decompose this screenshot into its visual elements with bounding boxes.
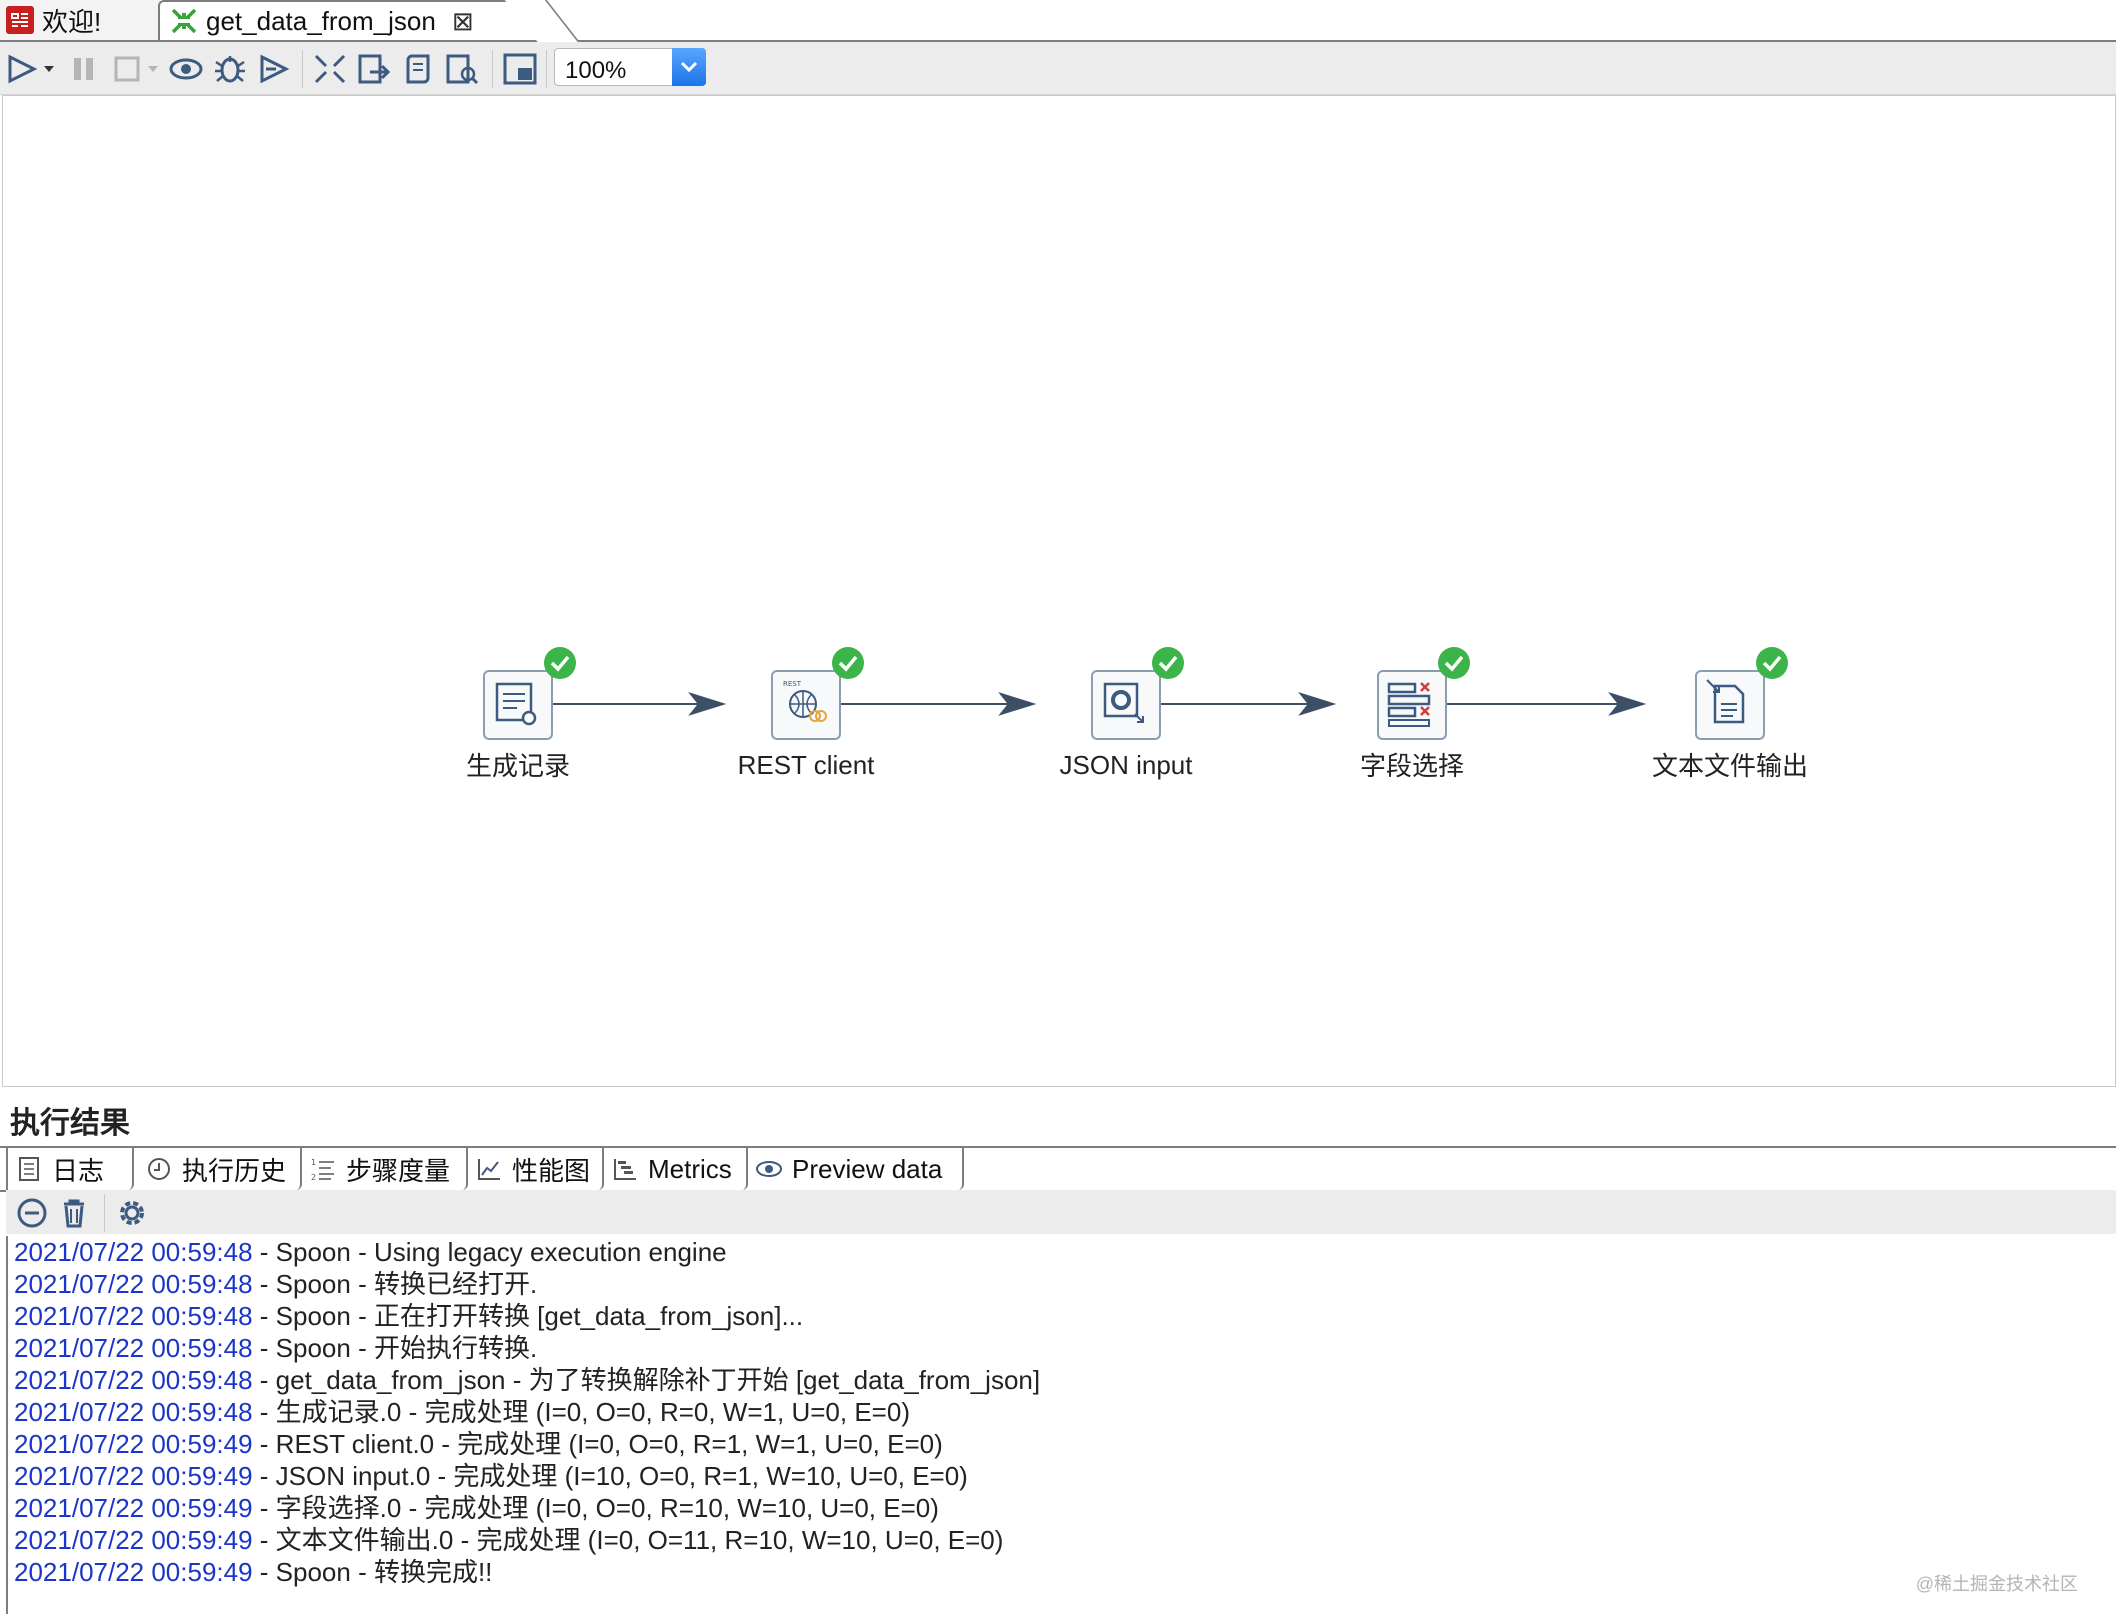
success-check-icon — [544, 647, 576, 679]
gantt-icon — [614, 1159, 636, 1180]
select-values-icon — [1387, 682, 1431, 727]
pause-icon[interactable] — [66, 52, 102, 86]
tab-preview-data[interactable]: Preview data — [748, 1148, 964, 1190]
tab-performance-graph-label: 性能图 — [512, 1155, 591, 1186]
numbered-list-icon: 1 2 — [311, 1158, 334, 1182]
log-line: 2021/07/22 00:59:48 - Spoon - 开始执行转换. — [14, 1333, 538, 1363]
toolbar-separator — [492, 50, 493, 88]
log-line: 2021/07/22 00:59:49 - REST client.0 - 完成… — [14, 1429, 943, 1459]
chevron-down-icon — [680, 61, 698, 73]
svg-text:2: 2 — [311, 1173, 316, 1182]
step-label-generate-rows: 生成记录 — [465, 751, 570, 781]
tab-transformation-label: get_data_from_json — [206, 5, 436, 36]
results-tab-bar: 日志 执行历史 1 2 步骤度量 性能图 Metrics Preview dat… — [0, 1146, 2116, 1192]
transformation-icon — [171, 8, 197, 34]
impact-icon[interactable] — [356, 52, 392, 86]
log-line: 2021/07/22 00:59:48 - Spoon - 转换已经打开. — [14, 1269, 538, 1299]
hops-layer — [549, 692, 1647, 716]
step-label-text-file-output: 文本文件输出 — [1651, 751, 1808, 781]
text-file-output-icon — [1706, 679, 1745, 724]
toolbar-separator — [104, 1194, 105, 1232]
step-select-values[interactable] — [1377, 647, 1470, 740]
log-toolbar — [6, 1190, 2116, 1234]
verify-icon[interactable] — [312, 52, 348, 86]
tab-transformation[interactable]: get_data_from_json ⊠ — [158, 0, 538, 40]
toolbar-separator — [546, 50, 547, 88]
kettle-logo-icon — [6, 6, 34, 34]
log-icon — [19, 1157, 39, 1181]
toolbar-separator — [302, 50, 303, 88]
editor-tab-strip: 欢迎! get_data_from_json ⊠ — [0, 0, 2116, 42]
zoom-select[interactable]: 100% — [554, 48, 706, 86]
clock-icon — [148, 1158, 170, 1180]
tab-metrics[interactable]: Metrics — [604, 1148, 748, 1190]
tab-execution-history[interactable]: 执行历史 — [138, 1148, 302, 1190]
close-tab-icon[interactable]: ⊠ — [452, 6, 474, 37]
success-check-icon — [1152, 647, 1184, 679]
tab-preview-data-label: Preview data — [792, 1153, 943, 1184]
success-check-icon — [832, 647, 864, 679]
log-line: 2021/07/22 00:59:48 - Spoon - 正在打开转换 [ge… — [14, 1301, 804, 1331]
sql-icon[interactable] — [400, 52, 436, 86]
tab-performance-graph[interactable]: 性能图 — [468, 1148, 604, 1190]
log-line: 2021/07/22 00:59:49 - Spoon - 转换完成!! — [14, 1557, 493, 1587]
step-generate-rows[interactable] — [483, 647, 576, 740]
tab-log-label: 日志 — [52, 1155, 105, 1186]
step-rest-client[interactable]: REST — [771, 647, 864, 740]
explore-database-icon[interactable] — [444, 52, 480, 86]
generate-rows-icon — [495, 682, 537, 726]
preview-icon[interactable] — [168, 52, 204, 86]
stop-icon[interactable] — [110, 52, 160, 86]
transformation-toolbar: 100% — [0, 42, 2116, 95]
tab-log[interactable]: 日志 — [6, 1148, 134, 1190]
success-check-icon — [1438, 647, 1470, 679]
replay-icon[interactable] — [256, 52, 292, 86]
tab-step-metrics-label: 步骤度量 — [346, 1155, 451, 1186]
zoom-dropdown-button[interactable] — [672, 48, 706, 86]
step-text-file-output[interactable] — [1695, 647, 1788, 740]
watermark: @稀土掘金技术社区 — [1915, 1574, 2078, 1594]
line-chart-icon — [478, 1159, 500, 1180]
hop-1[interactable] — [549, 692, 727, 716]
tab-step-metrics[interactable]: 1 2 步骤度量 — [302, 1148, 468, 1190]
log-line: 2021/07/22 00:59:49 - 字段选择.0 - 完成处理 (I=0… — [14, 1493, 939, 1523]
log-output: 2021/07/22 00:59:48 - Spoon - Using lega… — [6, 1236, 2116, 1614]
debug-icon[interactable] — [212, 52, 248, 86]
step-json-input[interactable] — [1091, 647, 1184, 740]
hop-4[interactable] — [1445, 692, 1647, 716]
show-results-icon[interactable] — [502, 52, 538, 86]
svg-text:1: 1 — [311, 1158, 316, 1167]
gear-icon[interactable] — [114, 1196, 150, 1230]
tab-metrics-label: Metrics — [648, 1153, 732, 1184]
log-line: 2021/07/22 00:59:49 - 文本文件输出.0 - 完成处理 (I… — [14, 1525, 1004, 1555]
svg-text:REST: REST — [783, 680, 802, 688]
tab-welcome-label: 欢迎! — [42, 6, 102, 37]
transformation-canvas[interactable]: 生成记录 REST REST client JSON input 字段选择 文本… — [2, 95, 2116, 1087]
tab-execution-history-label: 执行历史 — [182, 1155, 287, 1186]
hop-2[interactable] — [839, 692, 1037, 716]
log-line: 2021/07/22 00:59:48 - get_data_from_json… — [14, 1365, 1041, 1395]
step-label-rest-client: REST client — [737, 750, 875, 780]
json-input-icon — [1103, 682, 1144, 723]
step-label-json-input: JSON input — [1059, 750, 1193, 780]
log-line: 2021/07/22 00:59:48 - 生成记录.0 - 完成处理 (I=0… — [14, 1397, 910, 1427]
rest-client-icon: REST — [783, 680, 827, 722]
stop-log-icon[interactable] — [14, 1196, 50, 1230]
run-icon[interactable] — [6, 52, 56, 86]
results-panel-title: 执行结果 — [10, 1107, 130, 1140]
hop-3[interactable] — [1159, 692, 1337, 716]
log-line: 2021/07/22 00:59:48 - Spoon - Using lega… — [14, 1237, 727, 1267]
step-label-select-values: 字段选择 — [1359, 751, 1464, 781]
tab-welcome[interactable]: 欢迎! — [0, 0, 160, 40]
trash-icon[interactable] — [56, 1196, 92, 1230]
zoom-value: 100% — [565, 57, 627, 84]
eye-icon — [756, 1161, 782, 1177]
success-check-icon — [1756, 647, 1788, 679]
log-line: 2021/07/22 00:59:49 - JSON input.0 - 完成处… — [14, 1461, 968, 1491]
